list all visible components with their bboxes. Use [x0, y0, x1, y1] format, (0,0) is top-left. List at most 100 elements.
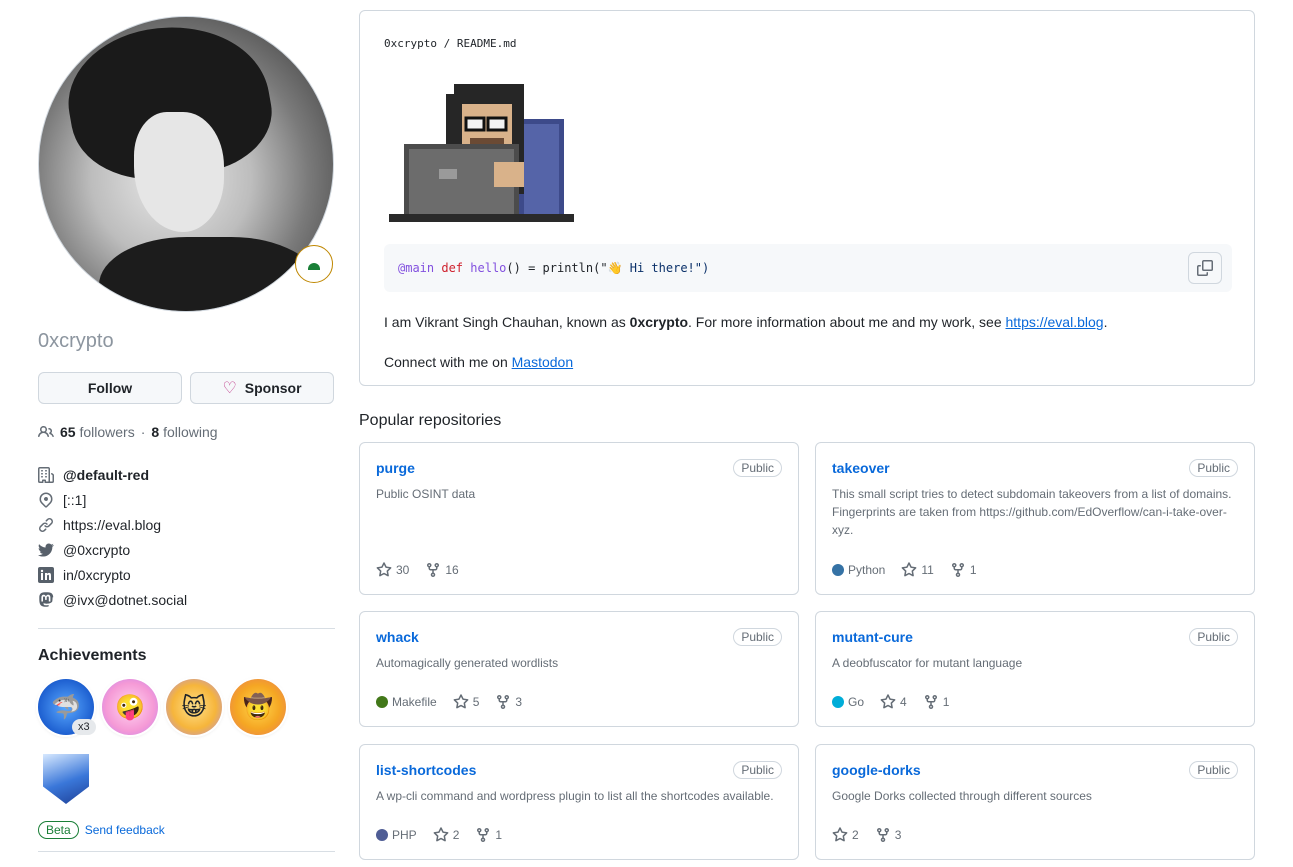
repo-forks-link[interactable]: 16 [425, 562, 459, 578]
repo-description: Google Dorks collected through different… [832, 789, 1092, 803]
code-keyword: def [441, 261, 464, 275]
wave-emoji: 👋 [607, 261, 623, 275]
detail-website[interactable]: https://eval.blog [38, 512, 335, 537]
popular-repos-heading: Popular repositories [359, 412, 502, 429]
detail-twitter[interactable]: @0xcrypto [38, 537, 335, 562]
repo-name-link[interactable]: purge [376, 460, 415, 476]
location-icon [38, 491, 54, 508]
repo-forks-link[interactable]: 3 [495, 694, 522, 710]
avatar[interactable] [38, 16, 334, 312]
repo-description: A deobfuscator for mutant language [832, 656, 1023, 670]
sponsor-button[interactable]: ♡ Sponsor [190, 372, 334, 404]
detail-linkedin[interactable]: in/0xcrypto [38, 562, 335, 587]
repo-stars-link[interactable]: 2 [832, 827, 859, 843]
repo-language: Python [832, 563, 885, 577]
visibility-badge: Public [733, 761, 782, 779]
twitter-icon [38, 542, 54, 558]
language-name: PHP [392, 828, 417, 842]
achievements-badges: 🦈 x3 🤪 😸 🤠 [38, 679, 298, 807]
repo-name-link[interactable]: list-shortcodes [376, 762, 476, 778]
repo-stars-link[interactable]: 2 [433, 827, 459, 843]
star-count: 4 [900, 695, 907, 709]
repo-meta: Makefile 5 3 [376, 694, 522, 710]
repo-name-link[interactable]: mutant-cure [832, 629, 913, 645]
repo-stars-link[interactable]: 30 [376, 562, 409, 578]
repo-language: Go [832, 695, 864, 709]
detail-linkedin-text: in/0xcrypto [63, 566, 131, 583]
repo-forks-link[interactable]: 1 [950, 562, 977, 578]
star-icon [433, 827, 449, 842]
shark-badge-icon[interactable]: 🦈 x3 [38, 679, 96, 735]
fork-icon [951, 563, 964, 578]
readme-owner-link[interactable]: 0xcrypto [384, 37, 437, 50]
copy-icon [1197, 260, 1213, 276]
following-link[interactable]: 8 following [151, 424, 217, 440]
organization-icon [38, 466, 54, 483]
status-icon [308, 262, 320, 270]
pull-shark-badge-icon[interactable]: 😸 [166, 679, 222, 735]
sponsor-label: Sponsor [244, 380, 302, 396]
followers-link[interactable]: 65 followers [60, 424, 135, 440]
fork-icon [427, 563, 440, 578]
detail-mastodon[interactable]: @ivx@dotnet.social [38, 587, 335, 612]
repo-stars-link[interactable]: 4 [880, 694, 907, 710]
copy-button[interactable] [1188, 252, 1222, 284]
repo-name-link[interactable]: takeover [832, 460, 890, 476]
path-separator: / [436, 37, 457, 50]
heart-icon: ♡ [222, 380, 237, 397]
status-emoji-button[interactable] [295, 245, 333, 283]
repo-description: Automagically generated wordlists [376, 656, 559, 670]
code-line: @main def hello() = println("👋 Hi there!… [398, 261, 709, 275]
readme-path: 0xcrypto / README.md [384, 37, 1230, 50]
repo-forks-link[interactable]: 1 [923, 694, 949, 710]
profile-readme: 0xcrypto / README.md @main def hello() =… [359, 10, 1255, 386]
eval-blog-link[interactable]: https://eval.blog [1006, 314, 1104, 330]
fork-icon [497, 695, 510, 710]
pixel-art-hacker-image [384, 74, 574, 224]
mastodon-link[interactable]: Mastodon [512, 354, 573, 370]
fork-icon [876, 828, 889, 843]
detail-website-text: https://eval.blog [63, 516, 162, 533]
repo-meta: Python 11 1 [832, 562, 977, 578]
profile-details: @default-red [::1] https://eval.blog @0x… [38, 462, 335, 629]
beta-label: Beta [38, 821, 79, 839]
repo-language: Makefile [376, 695, 437, 709]
code-function: hello [470, 261, 507, 275]
readme-file-link[interactable]: README.md [457, 37, 517, 50]
repo-card: list-shortcodes Public A wp-cli command … [359, 744, 799, 860]
language-name: Go [848, 695, 865, 709]
repo-forks-link[interactable]: 1 [475, 827, 502, 843]
repo-meta: Go 4 1 [832, 694, 949, 710]
repo-stars-link[interactable]: 5 [453, 694, 479, 710]
cowboy-badge-icon[interactable]: 🤠 [230, 679, 286, 735]
repo-name-link[interactable]: whack [376, 629, 419, 645]
repo-card: purge Public Public OSINT data 30 16 [359, 442, 799, 595]
fork-icon [924, 695, 937, 710]
fork-count: 3 [894, 828, 902, 842]
repo-forks-link[interactable]: 3 [875, 827, 902, 843]
detail-organization[interactable]: @default-red [38, 462, 335, 487]
avatar-image [38, 16, 334, 312]
language-color-dot [376, 829, 388, 841]
follow-button[interactable]: Follow [38, 372, 182, 404]
people-icon [38, 425, 54, 438]
send-feedback-link[interactable]: Send feedback [85, 823, 165, 837]
visibility-badge: Public [733, 628, 782, 646]
yolo-badge-icon[interactable]: 🤪 [102, 679, 158, 735]
repo-meta: 30 16 [376, 562, 459, 578]
intro-prefix: I am Vikrant Singh Chauhan, known as [384, 314, 630, 330]
code-annotation: @main [398, 261, 435, 275]
badge-multiplier: x3 [72, 719, 96, 735]
detail-twitter-text: @0xcrypto [63, 541, 131, 558]
connect-prefix: Connect with me on [384, 354, 512, 370]
language-color-dot [832, 696, 844, 708]
language-color-dot [376, 696, 388, 708]
star-icon [453, 694, 469, 709]
repo-stars-link[interactable]: 11 [901, 562, 934, 578]
repo-name-link[interactable]: google-dorks [832, 762, 921, 778]
star-icon [880, 694, 896, 709]
star-icon [901, 562, 917, 577]
arctic-vault-badge-icon[interactable] [38, 751, 94, 807]
linkedin-icon [38, 566, 54, 583]
achievements-heading[interactable]: Achievements [38, 647, 335, 665]
